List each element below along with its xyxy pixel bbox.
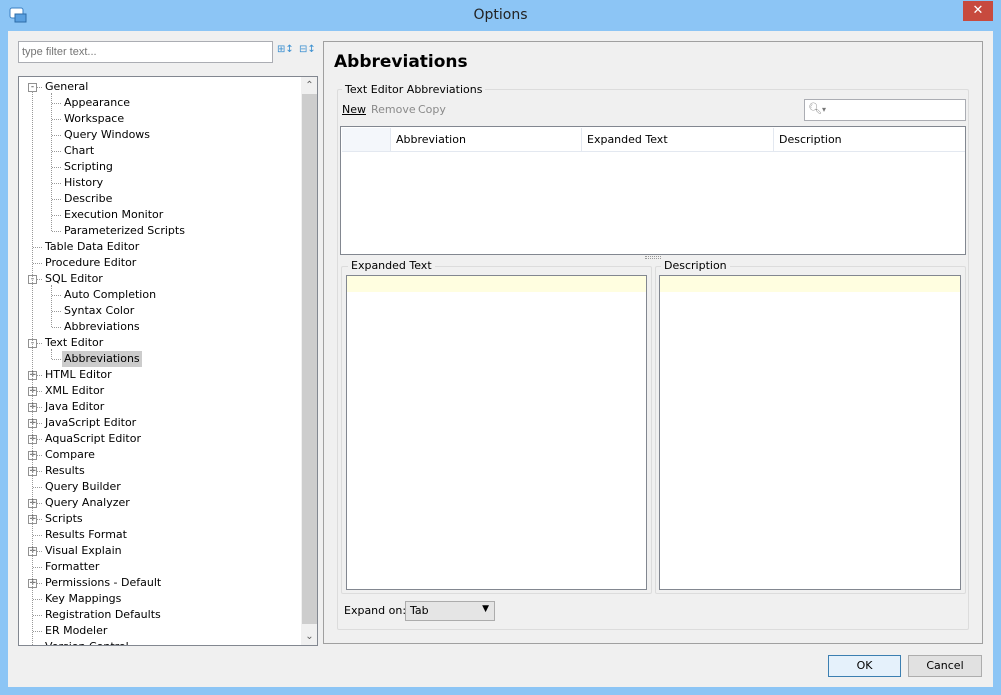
description-area[interactable] bbox=[659, 275, 961, 590]
expand-on-label: Expand on: bbox=[344, 604, 407, 617]
tree-item[interactable]: Permissions - Default bbox=[43, 575, 163, 591]
tree-connector bbox=[33, 535, 42, 536]
tree-item[interactable]: Execution Monitor bbox=[62, 207, 165, 223]
tree-connector bbox=[52, 295, 61, 296]
chevron-down-icon: ▼ bbox=[482, 604, 489, 614]
options-tree: General - Appearance Workspace Query Windows… bbox=[18, 76, 318, 646]
abbreviations-table: Abbreviation Expanded Text Description bbox=[340, 126, 966, 255]
tree-item[interactable]: Version Control bbox=[43, 639, 131, 645]
tree-connector bbox=[52, 215, 61, 216]
tree-connector bbox=[52, 103, 61, 104]
tree-item[interactable]: Parameterized Scripts bbox=[62, 223, 187, 239]
tree-connector bbox=[51, 285, 52, 327]
scrollbar-thumb[interactable] bbox=[302, 94, 317, 624]
tree-item[interactable]: Registration Defaults bbox=[43, 607, 163, 623]
tree-connector bbox=[52, 231, 61, 232]
tree-connector bbox=[52, 151, 61, 152]
tree-connector bbox=[51, 349, 52, 359]
splitter-handle[interactable] bbox=[645, 256, 661, 259]
tree-item[interactable]: SQL Editor bbox=[43, 271, 105, 287]
tree-connector bbox=[33, 487, 42, 488]
tree-item[interactable]: Results Format bbox=[43, 527, 129, 543]
tree-connector bbox=[33, 567, 42, 568]
tree-item[interactable]: Describe bbox=[62, 191, 114, 207]
tree-item[interactable]: Workspace bbox=[62, 111, 126, 127]
tree-item[interactable]: Abbreviations bbox=[62, 319, 142, 335]
tree-item[interactable]: Visual Explain bbox=[43, 543, 124, 559]
tree-connector bbox=[52, 311, 61, 312]
remove-button[interactable]: Remove bbox=[371, 103, 416, 116]
tree-connector bbox=[52, 327, 61, 328]
tree-item[interactable]: Key Mappings bbox=[43, 591, 123, 607]
tree-item[interactable]: Scripting bbox=[62, 159, 115, 175]
expand-all-icon[interactable]: ⊞↕ bbox=[277, 44, 295, 62]
column-header-abbreviation[interactable]: Abbreviation bbox=[391, 128, 582, 152]
tree-item[interactable]: Table Data Editor bbox=[43, 239, 141, 255]
close-button[interactable]: ✕ bbox=[963, 1, 993, 21]
tree-connector bbox=[52, 135, 61, 136]
tree-connector bbox=[33, 631, 42, 632]
scroll-down-icon[interactable]: ⌄ bbox=[301, 628, 317, 645]
tree-item[interactable]: Abbreviations bbox=[62, 351, 142, 367]
tree-item[interactable]: Compare bbox=[43, 447, 97, 463]
scroll-up-icon[interactable]: ⌃ bbox=[301, 77, 317, 94]
tree-item[interactable]: Auto Completion bbox=[62, 287, 158, 303]
tree-connector bbox=[52, 359, 61, 360]
tree-item[interactable]: XML Editor bbox=[43, 383, 106, 399]
tree-connector bbox=[52, 183, 61, 184]
window-title: Options bbox=[473, 7, 528, 23]
cancel-button[interactable]: Cancel bbox=[908, 655, 982, 677]
tree-item[interactable]: JavaScript Editor bbox=[43, 415, 138, 431]
expanded-text-area[interactable] bbox=[346, 275, 647, 590]
tree-item[interactable]: ER Modeler bbox=[43, 623, 109, 639]
new-button[interactable]: New bbox=[342, 103, 366, 116]
filter-input[interactable] bbox=[18, 41, 273, 63]
tree-connector bbox=[52, 119, 61, 120]
tree-connector bbox=[33, 615, 42, 616]
group-label: Text Editor Abbreviations bbox=[342, 83, 486, 96]
tree-connector bbox=[33, 247, 42, 248]
tree-connector bbox=[33, 599, 42, 600]
search-icon: 🔍︎ bbox=[808, 102, 822, 115]
tree-connector bbox=[33, 263, 42, 264]
tree-item[interactable]: AquaScript Editor bbox=[43, 431, 143, 447]
tree-item[interactable]: Query Analyzer bbox=[43, 495, 132, 511]
row-header-corner bbox=[342, 128, 391, 152]
column-header-description[interactable]: Description bbox=[774, 128, 965, 152]
tree-item[interactable]: Query Builder bbox=[43, 479, 123, 495]
expand-on-select[interactable]: Tab ▼ bbox=[405, 601, 495, 621]
tree-item[interactable]: Formatter bbox=[43, 559, 101, 575]
ok-button[interactable]: OK bbox=[828, 655, 901, 677]
close-icon: ✕ bbox=[972, 3, 984, 18]
tree-item[interactable]: Text Editor bbox=[43, 335, 105, 351]
tree-item[interactable]: Appearance bbox=[62, 95, 132, 111]
column-header-expanded-text[interactable]: Expanded Text bbox=[582, 128, 774, 152]
tree-item[interactable]: Chart bbox=[62, 143, 96, 159]
tree-connector bbox=[32, 91, 33, 645]
tree-item[interactable]: Procedure Editor bbox=[43, 255, 138, 271]
tree-item[interactable]: History bbox=[62, 175, 105, 191]
tree-item[interactable]: Java Editor bbox=[43, 399, 106, 415]
search-input[interactable]: 🔍︎▾ bbox=[804, 99, 966, 121]
tree-connector bbox=[51, 93, 52, 231]
tree-item[interactable]: HTML Editor bbox=[43, 367, 114, 383]
tree-connector bbox=[52, 167, 61, 168]
tree-connector bbox=[52, 199, 61, 200]
page-title: Abbreviations bbox=[334, 52, 468, 72]
description-label: Description bbox=[661, 259, 730, 272]
collapse-all-icon[interactable]: ⊟↕ bbox=[299, 44, 317, 62]
tree-item[interactable]: Syntax Color bbox=[62, 303, 136, 319]
expanded-text-label: Expanded Text bbox=[348, 259, 435, 272]
tree-item[interactable]: Results bbox=[43, 463, 87, 479]
tree-item[interactable]: Query Windows bbox=[62, 127, 152, 143]
copy-button[interactable]: Copy bbox=[418, 103, 446, 116]
tree-item[interactable]: Scripts bbox=[43, 511, 85, 527]
